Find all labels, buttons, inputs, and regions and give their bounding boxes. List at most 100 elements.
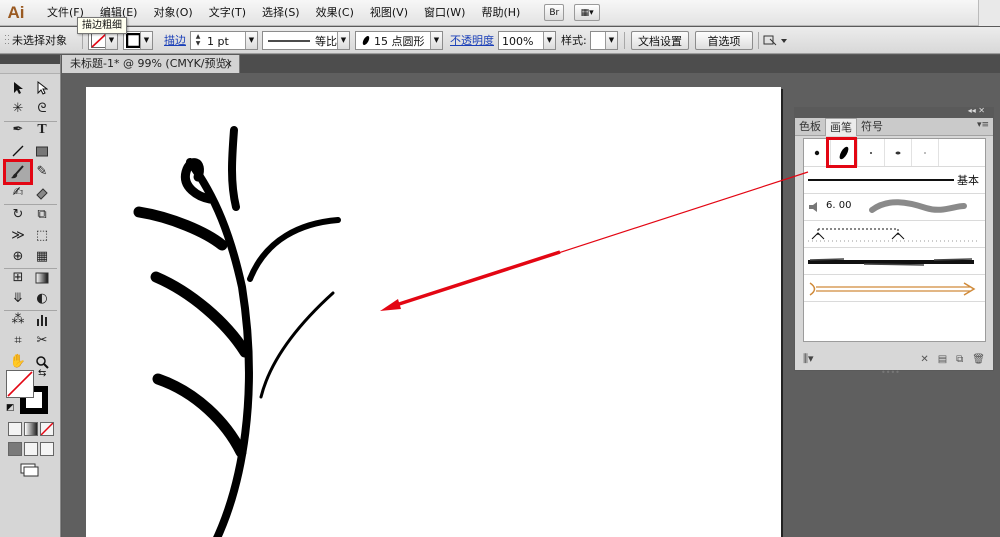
pencil-tool[interactable]: ✎ bbox=[31, 162, 53, 181]
gradient-icon bbox=[35, 272, 49, 283]
zoom-icon bbox=[36, 355, 49, 369]
brush-row-basic[interactable]: 基本 bbox=[804, 166, 985, 193]
brush-row-charcoal[interactable] bbox=[804, 247, 985, 274]
preferences-button[interactable]: 首选项 bbox=[695, 31, 753, 50]
draw-behind-button[interactable] bbox=[24, 442, 38, 456]
separator bbox=[82, 32, 83, 49]
brush-libraries-menu-icon[interactable]: ⫼▾ bbox=[803, 352, 814, 366]
menu-view[interactable]: 视图(V) bbox=[362, 0, 416, 26]
close-icon[interactable]: × bbox=[224, 55, 233, 73]
tab-swatches[interactable]: 色板 bbox=[795, 118, 825, 135]
swap-fill-stroke-icon[interactable]: ⇆ bbox=[38, 368, 46, 379]
column-graph-tool[interactable] bbox=[31, 310, 53, 329]
brush-definition-dropdown[interactable]: 15 点圆形 ▼ bbox=[355, 31, 443, 50]
rectangle-tool[interactable] bbox=[31, 141, 53, 160]
chevron-down-icon: ▼ bbox=[337, 32, 349, 49]
draw-normal-button[interactable] bbox=[8, 442, 22, 456]
screen-mode-button[interactable] bbox=[18, 463, 40, 477]
menu-effect[interactable]: 效果(C) bbox=[308, 0, 362, 26]
bridge-button[interactable]: Br bbox=[544, 4, 565, 21]
menu-type[interactable]: 文字(T) bbox=[201, 0, 254, 26]
collapse-panel-icon[interactable]: ◂◂ ✕ bbox=[968, 106, 985, 115]
brush-tiny-splat[interactable] bbox=[885, 139, 912, 166]
menu-help[interactable]: 帮助(H) bbox=[473, 0, 528, 26]
draw-inside-button[interactable] bbox=[40, 442, 54, 456]
eyedropper-tool[interactable]: ⤋ bbox=[7, 289, 29, 308]
brush-options-icon[interactable]: ▤ bbox=[938, 354, 947, 365]
perspective-grid-tool[interactable]: ▦ bbox=[31, 247, 53, 266]
gradient-mode-button[interactable] bbox=[24, 422, 38, 436]
faint-dot-brush-icon bbox=[924, 151, 926, 154]
rectangle-icon bbox=[36, 146, 48, 156]
blob-brush-tool[interactable]: ✍ bbox=[7, 183, 29, 202]
graphic-style-dropdown[interactable]: ▼ bbox=[590, 31, 618, 50]
tools-panel-grip[interactable] bbox=[0, 64, 60, 74]
stepper-icon[interactable]: ▲ ▼ bbox=[192, 33, 204, 48]
scale-tool[interactable]: ⧉ bbox=[31, 205, 53, 224]
type-icon: T bbox=[37, 121, 47, 137]
artboard-tool[interactable]: ⌗ bbox=[7, 331, 29, 350]
remove-brush-stroke-icon[interactable]: ✕ bbox=[920, 354, 928, 365]
panel-resize-grip[interactable]: •••• bbox=[881, 368, 900, 377]
brush-faint-dot[interactable] bbox=[912, 139, 939, 166]
stroke-weight-field[interactable]: 1 pt ▲ ▼ ▼ bbox=[190, 31, 258, 50]
arrange-documents-button[interactable]: ▦▾ bbox=[574, 4, 601, 21]
direct-selection-tool[interactable] bbox=[31, 78, 53, 97]
stroke-color-dropdown[interactable]: ▼ bbox=[123, 31, 153, 50]
panel-title-bar[interactable]: ◂◂ ✕ bbox=[795, 106, 993, 118]
lasso-tool[interactable]: ᘓ bbox=[31, 99, 53, 118]
brush-row-arrow-pattern[interactable] bbox=[804, 274, 985, 301]
type-tool[interactable]: T bbox=[31, 120, 53, 139]
delete-brush-icon[interactable]: 🗑 bbox=[972, 354, 985, 365]
tools-panel-header[interactable] bbox=[0, 55, 60, 64]
tools-panel: ✳ ᘓ ✒ T ✎ ✍ ↻ ⧉ ≫ ⬚ ⊕ ▦ ⊞ ⤋ ◐ ⁂ ⌗ ✂ ✋ ⇆ … bbox=[0, 55, 61, 537]
new-brush-icon[interactable]: ⧉ bbox=[956, 354, 963, 365]
brush-row-dashed-art[interactable] bbox=[804, 220, 985, 247]
color-mode-button[interactable] bbox=[8, 422, 22, 436]
rotate-tool[interactable]: ↻ bbox=[7, 205, 29, 224]
slice-tool[interactable]: ✂ bbox=[31, 331, 53, 350]
control-panel-menu[interactable] bbox=[762, 31, 788, 50]
gradient-tool[interactable] bbox=[31, 268, 53, 287]
menu-select[interactable]: 选择(S) bbox=[254, 0, 308, 26]
menu-object[interactable]: 对象(O) bbox=[145, 0, 200, 26]
eraser-tool[interactable] bbox=[31, 183, 53, 202]
panel-footer-buttons: ✕ ▤ ⧉ 🗑 bbox=[920, 354, 985, 365]
magic-wand-tool[interactable]: ✳ bbox=[7, 99, 29, 118]
selected-brush-highlight bbox=[826, 137, 857, 168]
chevron-down-icon: ▼ bbox=[430, 32, 442, 49]
bristle-brush-icon bbox=[809, 202, 817, 212]
none-icon bbox=[40, 422, 54, 436]
paintbrush-tool[interactable] bbox=[3, 159, 33, 185]
artboard[interactable] bbox=[86, 87, 781, 537]
opacity-field[interactable]: 100% ▼ bbox=[498, 31, 556, 50]
pen-tool[interactable]: ✒ bbox=[7, 120, 29, 139]
stroke-link[interactable]: 描边 bbox=[164, 31, 186, 50]
transform-options-icon bbox=[763, 35, 787, 46]
bristle-size-label: 6. 00 bbox=[826, 200, 852, 211]
menu-window[interactable]: 窗口(W) bbox=[416, 0, 473, 26]
panel-menu-icon[interactable]: ▾≡ bbox=[977, 120, 989, 130]
blend-tool[interactable]: ◐ bbox=[31, 289, 53, 308]
width-tool[interactable]: ≫ bbox=[7, 226, 29, 245]
brush-row-bristle[interactable]: 6. 00 bbox=[804, 193, 985, 220]
hand-tool[interactable]: ✋ bbox=[7, 352, 29, 371]
brush-small-dot[interactable] bbox=[858, 139, 885, 166]
document-tab[interactable]: 未标题-1* @ 99% (CMYK/预览) × bbox=[62, 55, 240, 73]
line-segment-tool[interactable] bbox=[7, 141, 29, 160]
document-setup-button[interactable]: 文档设置 bbox=[631, 31, 689, 50]
variable-width-profile-dropdown[interactable]: 等比 ▼ bbox=[262, 31, 350, 50]
selection-tool[interactable] bbox=[7, 78, 29, 97]
default-fill-stroke-icon[interactable]: ◩ bbox=[6, 403, 15, 413]
none-mode-button[interactable] bbox=[40, 422, 54, 436]
brush-artwork[interactable] bbox=[86, 87, 781, 537]
fill-swatch[interactable] bbox=[6, 370, 34, 398]
mesh-tool[interactable]: ⊞ bbox=[7, 268, 29, 287]
symbol-sprayer-tool[interactable]: ⁂ bbox=[7, 310, 29, 329]
opacity-link[interactable]: 不透明度 bbox=[450, 31, 494, 50]
tab-symbols[interactable]: 符号 bbox=[857, 118, 887, 135]
shape-builder-tool[interactable]: ⊕ bbox=[7, 247, 29, 266]
tab-brushes[interactable]: 画笔 bbox=[825, 118, 857, 136]
free-transform-tool[interactable]: ⬚ bbox=[31, 226, 53, 245]
lower-left-branch-stroke bbox=[152, 373, 247, 458]
